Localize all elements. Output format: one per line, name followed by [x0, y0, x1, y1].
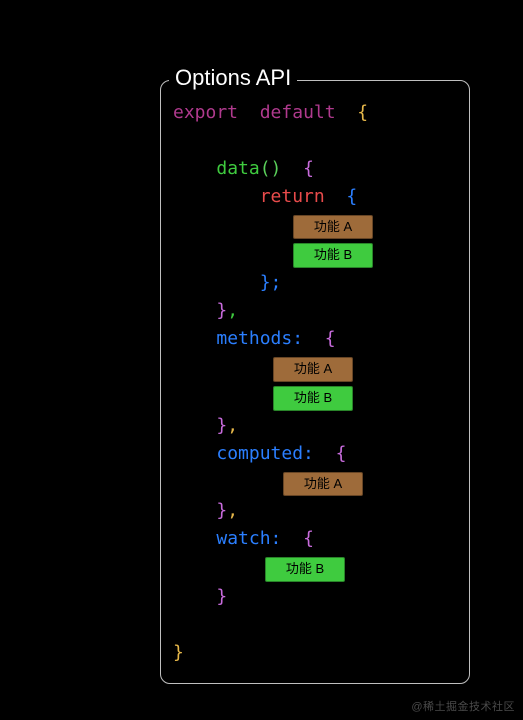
methods-tag-a-row: 功能 A — [173, 354, 457, 382]
line-return: return { — [173, 183, 457, 211]
computed-tag-a-row: 功能 A — [173, 469, 457, 497]
brace-open-methods: { — [325, 328, 336, 349]
brace-open-computed: { — [336, 443, 347, 464]
watch-tag-b-row: 功能 B — [173, 554, 457, 582]
line-return-close: }; — [173, 269, 457, 297]
line-export: export default { — [173, 99, 457, 127]
line-watch-close: } — [173, 583, 457, 611]
panel-title: Options API — [169, 65, 297, 91]
line-data-close: }, — [173, 297, 457, 325]
feature-b-tag: 功能 B — [273, 386, 353, 411]
brace-close-computed: } — [216, 500, 227, 521]
methods-label: methods: — [216, 328, 303, 349]
computed-label: computed: — [216, 443, 314, 464]
feature-b-tag: 功能 B — [293, 243, 373, 268]
line-outer-close: } — [173, 639, 457, 667]
brace-open-outer: { — [357, 102, 368, 123]
feature-a-tag: 功能 A — [283, 472, 363, 497]
feature-a-tag: 功能 A — [273, 357, 353, 382]
brace-close-methods: } — [216, 415, 227, 436]
line-watch: watch: { — [173, 525, 457, 553]
line-computed: computed: { — [173, 440, 457, 468]
keyword-export: export — [173, 102, 238, 123]
comma-computed: , — [227, 500, 238, 521]
options-api-panel: Options API export default { data() { re… — [160, 80, 470, 684]
brace-close-watch: } — [216, 586, 227, 607]
data-tag-a-row: 功能 A — [173, 212, 457, 240]
code-block: export default { data() { return { 功能 A … — [173, 99, 457, 667]
watermark: @稀土掘金技术社区 — [411, 698, 515, 714]
comma-data: , — [227, 300, 238, 321]
blank-line-2 — [173, 611, 457, 639]
feature-b-tag: 功能 B — [265, 557, 345, 582]
blank-line — [173, 127, 457, 155]
brace-open-data: { — [303, 158, 314, 179]
methods-tag-b-row: 功能 B — [173, 383, 457, 411]
keyword-default: default — [260, 102, 336, 123]
return-keyword: return — [260, 186, 325, 207]
comma-methods: , — [227, 415, 238, 436]
line-methods: methods: { — [173, 325, 457, 353]
watch-label: watch: — [216, 528, 281, 549]
brace-open-watch: { — [303, 528, 314, 549]
feature-a-tag: 功能 A — [293, 215, 373, 240]
data-parens: () — [260, 158, 282, 179]
brace-close-outer: } — [173, 642, 184, 663]
line-data: data() { — [173, 155, 457, 183]
brace-close-data: } — [216, 300, 227, 321]
brace-close-return: }; — [260, 272, 282, 293]
line-methods-close: }, — [173, 412, 457, 440]
brace-open-return: { — [346, 186, 357, 207]
data-fn-name: data — [216, 158, 259, 179]
data-tag-b-row: 功能 B — [173, 240, 457, 268]
line-computed-close: }, — [173, 497, 457, 525]
